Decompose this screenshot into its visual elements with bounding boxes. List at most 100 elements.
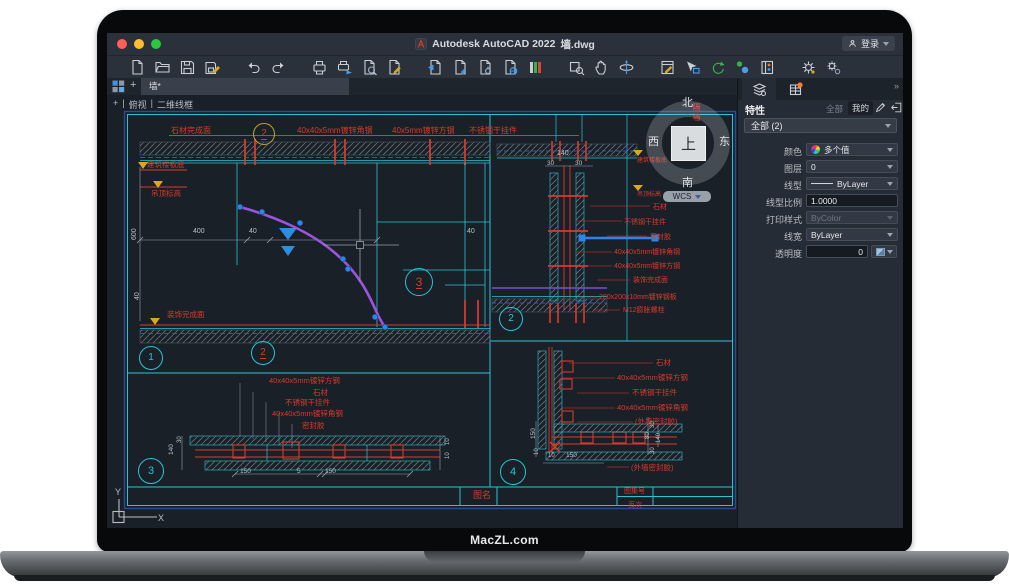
transparency-dropdown-button[interactable] — [871, 245, 897, 258]
detail-callout: 3 — [405, 268, 433, 296]
match-properties-icon[interactable] — [684, 59, 701, 76]
undo-icon[interactable] — [245, 59, 262, 76]
property-value-dropdown[interactable]: ByLayer — [806, 177, 898, 190]
cad-text-label: 80 — [645, 432, 651, 439]
cad-text-label: 150 — [240, 469, 251, 476]
tool-palettes-icon[interactable] — [759, 59, 776, 76]
viewcube-top-face[interactable]: 上 — [671, 126, 706, 161]
chevron-down-icon — [887, 165, 893, 169]
pencil-icon — [874, 101, 887, 114]
insert-block-icon[interactable] — [527, 59, 544, 76]
start-tab-icon[interactable] — [112, 80, 125, 93]
cad-text-label: 40x40x5mm镀锌角钢 — [272, 410, 343, 418]
property-row: 线宽ByLayer — [738, 227, 903, 244]
cad-text-label: 200x200x10mm镀锌钢板 — [599, 294, 677, 301]
wcs-label: WCS — [673, 192, 692, 201]
properties-palette-icon[interactable] — [659, 59, 676, 76]
detail-callout-number: 2 — [261, 129, 267, 140]
toolbar-group — [427, 59, 544, 76]
new-drawing-tab-button[interactable]: + — [130, 79, 136, 91]
pan-icon[interactable] — [593, 59, 610, 76]
save-icon[interactable] — [179, 59, 196, 76]
redo-icon[interactable] — [270, 59, 287, 76]
cad-text-label: 石材 — [656, 359, 671, 367]
view-control-button[interactable]: 俯视 — [129, 98, 147, 111]
toolbar — [107, 56, 903, 78]
filter-my-button[interactable]: 我的 — [848, 101, 873, 115]
close-panel-button[interactable] — [890, 101, 903, 114]
new-file-icon[interactable] — [129, 59, 146, 76]
tab-blocks[interactable] — [778, 78, 812, 100]
viewport-menu-button[interactable]: + — [113, 98, 118, 111]
hyperlink-icon[interactable] — [477, 59, 494, 76]
property-row: 打印样式ByColor — [738, 210, 903, 227]
viewcube-east[interactable]: 东 — [719, 137, 730, 148]
publish-icon[interactable] — [386, 59, 403, 76]
login-button[interactable]: 登录 — [842, 36, 895, 51]
cad-text-label: 密封胶 — [302, 422, 325, 430]
selection-dropdown[interactable]: 全部 (2) — [744, 118, 897, 133]
cad-text-label: (外墙密封胶) — [631, 464, 674, 472]
import-icon[interactable] — [427, 59, 444, 76]
cad-text-label: 装饰完成面 — [633, 277, 668, 284]
wcs-dropdown[interactable]: WCS — [663, 191, 711, 202]
open-file-icon[interactable] — [154, 59, 171, 76]
doc-title: 墙.dwg — [560, 37, 594, 52]
workspace-icon[interactable] — [800, 59, 817, 76]
toolbar-group — [245, 59, 287, 76]
transparency-input[interactable]: 0 — [806, 245, 868, 258]
property-value-dropdown[interactable]: 0 — [806, 160, 898, 173]
cad-text-label: 40x40x5mm镀锌方钢 — [269, 377, 340, 385]
cad-text-label: 石材 — [653, 204, 667, 211]
save-as-icon[interactable] — [204, 59, 221, 76]
viewcube-south[interactable]: 南 — [682, 178, 693, 189]
property-row: 线型ByLayer — [738, 176, 903, 193]
zoom-window-icon[interactable] — [568, 59, 585, 76]
settings-icon[interactable] — [825, 59, 842, 76]
visual-style-control-button[interactable]: 二维线框 — [157, 98, 193, 111]
titlebar: Autodesk AutoCAD 2022 墙.dwg 登录 — [107, 33, 903, 56]
filter-all-button[interactable]: 全部 — [826, 103, 843, 115]
drawing-tabstrip: + 墙* — [107, 78, 737, 95]
save-web-icon[interactable] — [502, 59, 519, 76]
detail-callout-number: 2 — [508, 314, 514, 324]
cad-text-label: (外墙密封胶) — [635, 418, 678, 426]
viewcube-west[interactable]: 西 — [648, 137, 659, 148]
property-value-dropdown[interactable]: 多个值 — [806, 143, 898, 156]
property-value: ByLayer — [811, 230, 883, 240]
attach-icon[interactable] — [452, 59, 469, 76]
panel-title: 特性 — [745, 102, 765, 117]
tab-properties[interactable] — [742, 78, 776, 100]
detail-callout: 3 — [138, 458, 164, 484]
detail-callout: 1 — [139, 346, 163, 370]
batch-plot-icon[interactable] — [336, 59, 353, 76]
selection-value: 全部 (2) — [751, 121, 783, 131]
viewcube-north[interactable]: 北 — [682, 98, 693, 109]
drawing-canvas[interactable]: + | 俯视 | 二维线框 — [107, 95, 737, 528]
orbit-icon[interactable] — [618, 59, 635, 76]
app-title: Autodesk AutoCAD 2022 — [432, 38, 555, 50]
building-grid-icon — [788, 82, 803, 97]
detail-callout: 2 — [251, 341, 275, 365]
cad-text-label: 不锈钢干挂件 — [624, 219, 666, 226]
panel-tabstrip: » — [738, 78, 903, 100]
property-row: 图层0 — [738, 159, 903, 176]
cad-text-label: 5 — [297, 469, 301, 476]
cad-text-label: 400 — [193, 228, 205, 235]
drawing-tab-active[interactable]: 墙* — [141, 78, 349, 95]
detail-callout-number: 2 — [260, 348, 266, 359]
plot-preview-icon[interactable] — [361, 59, 378, 76]
property-label: 透明度 — [775, 247, 802, 260]
sheet-set-manager-icon[interactable] — [709, 59, 726, 76]
panel-overflow-button[interactable]: » — [894, 81, 899, 91]
viewcube-top-label: 上 — [681, 133, 696, 154]
design-center-icon[interactable] — [734, 59, 751, 76]
property-value-dropdown[interactable]: ByLayer — [806, 228, 898, 241]
toolbar-group — [311, 59, 403, 76]
property-value-input[interactable]: 1.0000 — [806, 194, 898, 207]
detail-callout: 2 — [499, 307, 523, 331]
chevron-down-icon — [887, 182, 893, 186]
plot-icon[interactable] — [311, 59, 328, 76]
edit-properties-button[interactable] — [874, 101, 887, 114]
separator: | — [122, 98, 124, 111]
